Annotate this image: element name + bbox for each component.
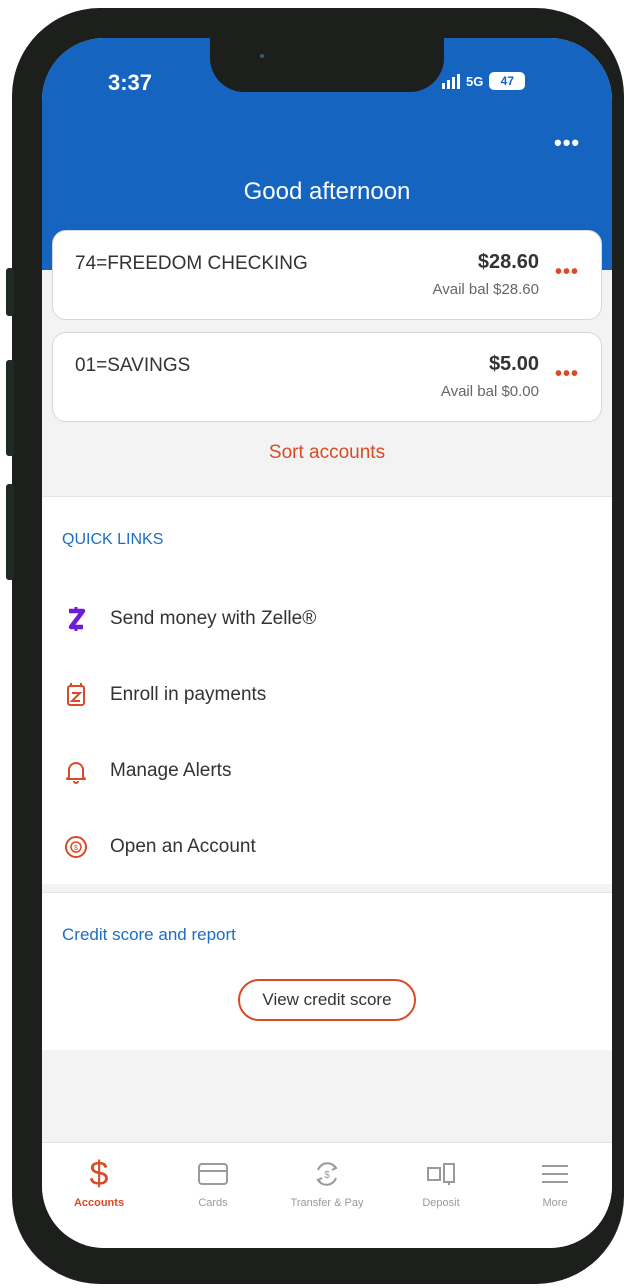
account-balance: $28.60 (477, 251, 539, 273)
camera-notch (210, 38, 444, 92)
tab-label: Cards (198, 1197, 228, 1209)
tab-accounts[interactable]: $ Accounts (42, 1143, 156, 1248)
battery-level: 47 (500, 74, 515, 88)
tab-label: Accounts (73, 1197, 125, 1209)
account-card-checking[interactable]: 74=FREEDOM CHECKING $28.60 Avail bal $28… (52, 230, 602, 320)
tab-label: More (542, 1197, 568, 1209)
quick-link-open-account[interactable]: $ Open an Account (60, 823, 590, 871)
volume-down-button (6, 484, 14, 580)
account-menu-button[interactable]: ••• (555, 261, 579, 284)
quick-link-manage-alerts[interactable]: Manage Alerts (60, 747, 590, 795)
transfer-icon: $ (312, 1157, 342, 1191)
zelle-icon (60, 603, 92, 635)
tab-label: Deposit (422, 1197, 460, 1209)
network-type: 5G (466, 73, 484, 89)
view-credit-score-button[interactable]: View credit score (238, 979, 416, 1021)
status-time: 3:37 (108, 70, 153, 95)
quick-link-label: Manage Alerts (110, 760, 232, 781)
quick-link-label: Open an Account (110, 836, 256, 857)
quick-links-title: QUICK LINKS (62, 531, 164, 548)
svg-text:$: $ (324, 1170, 330, 1181)
quick-link-zelle[interactable]: Send money with Zelle® (60, 595, 590, 643)
more-options-button[interactable]: ••• (554, 130, 580, 156)
quick-link-label: Enroll in payments (110, 684, 267, 705)
payments-icon (60, 679, 92, 711)
dollar-icon: $ (89, 1154, 109, 1193)
account-menu-button[interactable]: ••• (555, 363, 579, 386)
quick-links-section: QUICK LINKS Send money with Zelle® Enrol… (42, 496, 612, 884)
card-icon (198, 1157, 228, 1191)
account-card-savings[interactable]: 01=SAVINGS $5.00 Avail bal $0.00 ••• (52, 332, 602, 422)
greeting: Good afternoon (243, 178, 411, 205)
tab-deposit[interactable]: Deposit (384, 1143, 498, 1248)
quick-link-enroll-payments[interactable]: Enroll in payments (60, 671, 590, 719)
menu-icon (540, 1157, 570, 1191)
credit-score-section: Credit score and report View credit scor… (42, 892, 612, 1050)
signal-icon (442, 73, 460, 89)
mute-switch (6, 268, 14, 316)
tab-transfer-pay[interactable]: $ Transfer & Pay (270, 1143, 384, 1248)
battery-icon: 47 (489, 72, 526, 90)
account-balance: $5.00 (488, 353, 539, 375)
tab-more[interactable]: More (498, 1143, 612, 1248)
open-account-icon: $ (60, 831, 92, 863)
account-name: 74=FREEDOM CHECKING (75, 253, 308, 274)
tab-cards[interactable]: Cards (156, 1143, 270, 1248)
volume-up-button (6, 360, 14, 456)
quick-link-label: Send money with Zelle® (110, 608, 317, 629)
app-screen: 3:37 5G 47 ••• Good afternoon 74=FREEDOM… (42, 38, 612, 1248)
account-available-balance: Avail bal $28.60 (432, 281, 539, 298)
svg-text:$: $ (74, 845, 78, 852)
bell-icon (60, 755, 92, 787)
account-name: 01=SAVINGS (75, 355, 191, 376)
bottom-tab-bar: $ Accounts Cards $ Transfer & Pay Deposi… (42, 1142, 612, 1248)
sort-accounts-link[interactable]: Sort accounts (42, 442, 612, 464)
credit-score-title[interactable]: Credit score and report (62, 925, 236, 945)
status-indicators: 5G 47 (442, 72, 526, 90)
tab-label: Transfer & Pay (290, 1197, 364, 1209)
deposit-icon (426, 1157, 456, 1191)
account-available-balance: Avail bal $0.00 (440, 383, 539, 400)
